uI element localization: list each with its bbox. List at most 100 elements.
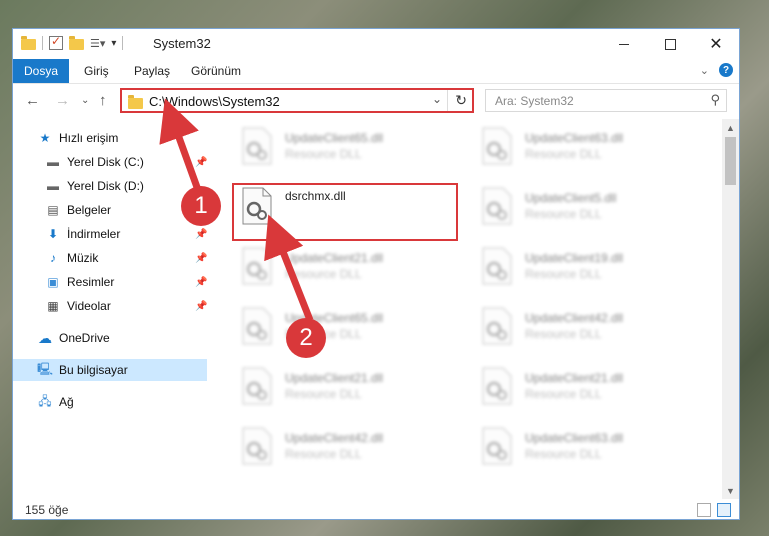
maximize-button[interactable]	[647, 29, 693, 59]
toolbar-dropdown-icon[interactable]: ▾	[111, 38, 116, 49]
sidebar-item-this-pc[interactable]: 🖳 Bu bilgisayar	[13, 359, 207, 381]
file-type: Resource DLL	[525, 447, 602, 461]
sidebar-item-downloads[interactable]: ⬇ İndirmeler 📌	[13, 223, 207, 245]
forward-arrow-icon[interactable]: →	[55, 92, 70, 109]
file-list: UpdateClient65.dll Resource DLL UpdateCl…	[219, 119, 725, 499]
file-item[interactable]: UpdateClient65.dll Resource DLL	[241, 303, 461, 353]
folder-icon	[128, 95, 143, 109]
dll-file-icon	[242, 247, 272, 285]
file-item[interactable]: UpdateClient65.dll Resource DLL	[241, 123, 461, 173]
dll-file-icon	[482, 427, 512, 465]
properties-icon[interactable]	[49, 34, 63, 50]
dll-file-icon	[242, 127, 272, 165]
sidebar-item-label: Bu bilgisayar	[59, 363, 128, 377]
file-item[interactable]: UpdateClient21.dll Resource DLL	[481, 363, 701, 413]
pin-icon[interactable]: 📌	[195, 229, 207, 240]
file-name: UpdateClient65.dll	[285, 131, 384, 145]
file-name: UpdateClient63.dll	[525, 131, 624, 145]
file-type: Resource DLL	[285, 447, 362, 461]
file-name: UpdateClient21.dll	[525, 371, 624, 385]
pin-icon[interactable]: 📌	[195, 277, 207, 288]
documents-icon: ▤	[47, 203, 59, 217]
file-item[interactable]: UpdateClient5.dll Resource DLL	[481, 183, 701, 233]
file-item[interactable]: UpdateClient42.dll Resource DLL	[481, 303, 701, 353]
search-input[interactable]: Ara: System32 ⚲	[485, 89, 727, 112]
up-arrow-icon[interactable]: ↑	[99, 92, 107, 109]
pictures-icon: ▣	[47, 275, 59, 289]
sidebar-item-quick-access[interactable]: ★ Hızlı erişim	[13, 127, 207, 149]
file-explorer-window: ☰▾ ▾ System32 ✕ Dosya Giriş Paylaş Görün…	[12, 28, 740, 520]
sidebar-item-onedrive[interactable]: ☁ OneDrive	[13, 327, 207, 349]
cloud-icon: ☁	[38, 329, 52, 346]
scrollbar-thumb[interactable]	[725, 137, 736, 185]
tab-view[interactable]: Görünüm	[191, 59, 241, 83]
file-type: Resource DLL	[285, 267, 362, 281]
sidebar-item-local-disk-d[interactable]: ▬ Yerel Disk (D:)	[13, 175, 207, 197]
sidebar-item-label: Hızlı erişim	[59, 131, 119, 145]
sidebar-item-pictures[interactable]: ▣ Resimler 📌	[13, 271, 207, 293]
large-icons-view-icon[interactable]	[717, 503, 731, 517]
file-type: Resource DLL	[525, 327, 602, 341]
file-item[interactable]: UpdateClient63.dll Resource DLL	[481, 123, 701, 173]
refresh-icon[interactable]: ↻	[455, 92, 467, 109]
file-type: Resource DLL	[525, 267, 602, 281]
file-item[interactable]: UpdateClient21.dll Resource DLL	[241, 363, 461, 413]
file-name: UpdateClient42.dll	[285, 431, 384, 445]
dll-file-icon	[242, 307, 272, 345]
folder-icon	[21, 35, 36, 50]
details-view-icon[interactable]	[697, 503, 711, 517]
expand-ribbon-icon[interactable]: ⌄	[700, 64, 709, 77]
sidebar-item-label: OneDrive	[59, 331, 110, 345]
file-name: UpdateClient19.dll	[525, 251, 624, 265]
file-type: Resource DLL	[525, 147, 602, 161]
step-badge-2: 2	[286, 318, 326, 358]
dll-file-icon	[482, 247, 512, 285]
address-bar[interactable]: C:\Windows\System32 ⌄ ↻	[120, 88, 474, 113]
tab-share[interactable]: Paylaş	[134, 59, 170, 83]
file-item[interactable]: UpdateClient21.dll Resource DLL	[241, 243, 461, 293]
vertical-scrollbar[interactable]: ▲ ▼	[722, 119, 739, 499]
dll-file-icon	[242, 427, 272, 465]
sidebar-item-local-disk-c[interactable]: ▬ Yerel Disk (C:) 📌	[13, 151, 207, 173]
ribbon-tabs: Dosya Giriş Paylaş Görünüm ⌄ ?	[13, 59, 739, 84]
download-icon: ⬇	[47, 227, 59, 241]
status-bar: 155 öğe	[13, 499, 739, 521]
pin-icon[interactable]: 📌	[195, 157, 207, 168]
sidebar-item-videos[interactable]: ▦ Videolar 📌	[13, 295, 207, 317]
recent-locations-icon[interactable]: ⌄	[81, 95, 89, 106]
pin-icon[interactable]: 📌	[195, 253, 207, 264]
chevron-down-icon[interactable]: ⌄	[432, 92, 442, 106]
file-name: UpdateClient63.dll	[525, 431, 624, 445]
scroll-down-icon[interactable]: ▼	[722, 482, 739, 499]
help-icon[interactable]: ?	[719, 63, 733, 77]
file-item[interactable]: UpdateClient19.dll Resource DLL	[481, 243, 701, 293]
sidebar-item-label: Yerel Disk (C:)	[67, 155, 144, 169]
dll-file-icon	[242, 367, 272, 405]
new-folder-icon[interactable]	[69, 35, 84, 50]
sidebar-item-network[interactable]: 🖧 Ağ	[13, 391, 207, 413]
file-type: Resource DLL	[285, 387, 362, 401]
tab-home[interactable]: Giriş	[84, 59, 109, 83]
dll-file-icon	[482, 187, 512, 225]
back-arrow-icon[interactable]: ←	[25, 92, 40, 109]
file-name: UpdateClient42.dll	[525, 311, 624, 325]
close-button[interactable]: ✕	[693, 29, 739, 59]
address-row: ← → ⌄ ↑ C:\Windows\System32 ⌄ ↻ Ara: Sys…	[13, 84, 739, 118]
sidebar-item-music[interactable]: ♪ Müzik 📌	[13, 247, 207, 269]
file-item[interactable]: UpdateClient42.dll Resource DLL	[241, 423, 461, 473]
sidebar-item-documents[interactable]: ▤ Belgeler 📌	[13, 199, 207, 221]
videos-icon: ▦	[47, 299, 59, 313]
scroll-up-icon[interactable]: ▲	[722, 119, 739, 136]
search-icon[interactable]: ⚲	[710, 92, 720, 108]
minimize-button[interactable]	[601, 29, 647, 59]
customize-toolbar-icon[interactable]: ☰▾	[90, 37, 105, 50]
sidebar-item-label: Yerel Disk (D:)	[67, 179, 144, 193]
computer-icon: 🖳	[37, 361, 54, 376]
maximize-icon	[664, 38, 676, 50]
file-item[interactable]: UpdateClient63.dll Resource DLL	[481, 423, 701, 473]
close-icon: ✕	[709, 36, 723, 53]
sidebar-item-label: Videolar	[67, 299, 111, 313]
tab-file[interactable]: Dosya	[13, 59, 69, 83]
sidebar-item-label: Ağ	[59, 395, 74, 409]
pin-icon[interactable]: 📌	[195, 301, 207, 312]
